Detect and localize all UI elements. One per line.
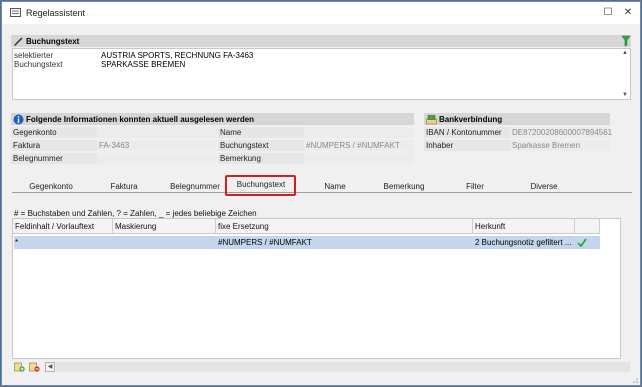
scroll-down-icon[interactable]: ▼ [622, 92, 628, 98]
info-header: Folgende Informationen konnten aktuell a… [11, 113, 414, 125]
buchungstext-header: Buchungstext [11, 35, 631, 47]
selected-label-line2: Buchungstext [14, 60, 63, 69]
regelassistent-window: Regelassistent ☐ ✕ Buchungstext selektie… [1, 1, 641, 386]
tab-diverse[interactable]: Diverse [511, 181, 577, 193]
col-feldinhalt[interactable]: Feldinhalt / Vorlauftext [13, 219, 113, 234]
info-title: Folgende Informationen konnten aktuell a… [26, 114, 255, 124]
faktura-value: FA-3463 [97, 140, 217, 152]
name-label: Name [218, 127, 304, 139]
bemerkung-label: Bemerkung [218, 153, 304, 165]
col-maskierung[interactable]: Maskierung [113, 219, 216, 234]
selected-label-line1: selektierter [14, 51, 54, 60]
name-value [304, 127, 414, 139]
iban-value: DE87200208600007894561 [510, 127, 613, 139]
title-bar: Regelassistent ☐ ✕ [2, 2, 640, 24]
rules-table: Feldinhalt / Vorlauftext Maskierung fixe… [12, 218, 621, 359]
gegenkonto-value [97, 127, 217, 139]
tab-name[interactable]: Name [302, 181, 368, 193]
col-status [575, 219, 600, 234]
checkmark-icon [577, 238, 587, 247]
wildcard-hint: # = Buchstaben und Zahlen, ? = Zahlen, _… [14, 209, 257, 218]
bank-card-icon [426, 114, 437, 124]
scroll-up-icon[interactable]: ▲ [622, 50, 628, 56]
buchungstext-value-line1: AUSTRIA SPORTS, RECHNUNG FA-3463 [101, 51, 254, 60]
buchungstext-label: Buchungstext [218, 140, 304, 152]
filter-icon[interactable] [621, 35, 631, 47]
col-herkunft[interactable]: Herkunft [473, 219, 575, 234]
tab-filter[interactable]: Filter [442, 181, 508, 193]
bottom-toolbar: ◀ [12, 358, 632, 376]
row-herkunft[interactable]: 2 Buchungsnotiz gefiltert ... [475, 236, 573, 249]
window-app-icon [10, 8, 21, 17]
buchungstext-info-value: #NUMPERS / #NUMFAKT [304, 140, 414, 152]
col-fixe-ersetzung[interactable]: fixe Ersetzung [216, 219, 473, 234]
pen-icon [14, 36, 23, 46]
close-button[interactable]: ✕ [622, 7, 634, 19]
faktura-label: Faktura [11, 140, 97, 152]
scroll-left-icon[interactable]: ◀ [45, 362, 55, 372]
buchungstext-panel: selektierter Buchungstext AUSTRIA SPORTS… [12, 48, 631, 100]
bank-header: Bankverbindung [424, 113, 610, 125]
tab-bemerkung[interactable]: Bemerkung [371, 181, 437, 193]
tab-belegnummer[interactable]: Belegnummer [162, 181, 228, 193]
iban-label: IBAN / Kontonummer [424, 127, 510, 139]
info-icon [13, 114, 24, 124]
resize-grip-icon[interactable] [630, 375, 638, 383]
row-feldinhalt[interactable]: * [15, 236, 18, 249]
inhaber-value: Sparkasse Bremen [510, 140, 610, 152]
row-ersetzung[interactable]: #NUMPERS / #NUMFAKT [218, 236, 312, 249]
tab-gegenkonto[interactable]: Gegenkonto [18, 181, 84, 193]
buchungstext-value-line2: SPARKASSE BREMEN [101, 60, 186, 69]
inhaber-label: Inhaber [424, 140, 510, 152]
gegenkonto-label: Gegenkonto [11, 127, 97, 139]
maximize-button[interactable]: ☐ [602, 7, 614, 19]
buchungstext-title: Buchungstext [26, 36, 80, 46]
bemerkung-value [304, 153, 414, 165]
add-row-icon[interactable] [14, 361, 25, 372]
horizontal-scrollbar[interactable] [56, 362, 630, 372]
window-title: Regelassistent [26, 8, 86, 18]
tab-faktura[interactable]: Faktura [91, 181, 157, 193]
delete-row-icon[interactable] [29, 361, 40, 372]
belegnummer-value [97, 153, 217, 165]
active-tab-highlight [225, 175, 296, 196]
bank-title: Bankverbindung [439, 114, 503, 124]
belegnummer-label: Belegnummer [11, 153, 97, 165]
tab-strip: Gegenkonto Faktura Belegnummer Buchungst… [12, 179, 632, 193]
